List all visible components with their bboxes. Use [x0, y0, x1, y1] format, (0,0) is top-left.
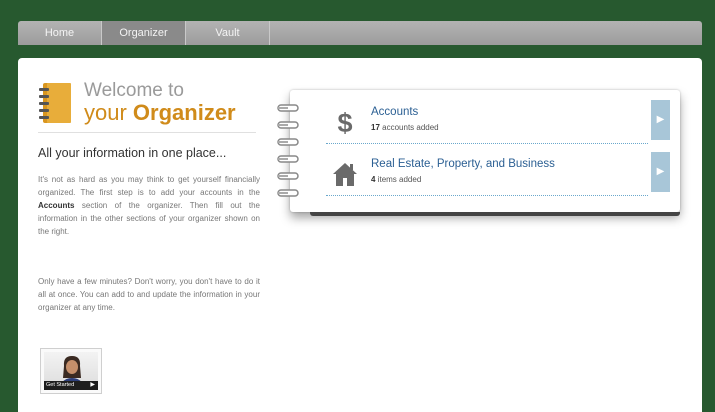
spiral-ring-icon	[277, 155, 299, 163]
spiral-ring-icon	[277, 121, 299, 129]
welcome-header: Welcome to your Organizer	[38, 80, 278, 128]
intro-paragraph-2: Only have a few minutes? Don't worry, yo…	[38, 277, 260, 312]
svg-text:$: $	[337, 108, 352, 136]
video-caption: Get Started	[46, 382, 75, 388]
spiral-ring-icon	[277, 189, 299, 197]
spiral-ring-icon	[277, 172, 299, 180]
notebook-icon	[39, 83, 71, 123]
divider	[38, 132, 256, 133]
section-count: 4 items added	[371, 175, 422, 184]
get-started-video[interactable]: Get Started ▶	[40, 348, 102, 394]
section-row-accounts[interactable]: $ Accounts 17 accounts added ▶	[326, 100, 670, 144]
notebook-edge	[310, 212, 680, 216]
section-title[interactable]: Accounts	[371, 106, 418, 118]
video-control-bar: Get Started ▶	[44, 381, 98, 390]
play-icon[interactable]: ▶	[90, 382, 95, 389]
row-divider	[326, 143, 648, 144]
spiral-ring-icon	[277, 104, 299, 112]
section-row-real-estate[interactable]: Real Estate, Property, and Business 4 it…	[326, 152, 670, 196]
house-icon	[333, 163, 357, 186]
section-title[interactable]: Real Estate, Property, and Business	[371, 158, 555, 170]
chevron-right-icon[interactable]: ▶	[651, 152, 670, 192]
top-navigation: Home Organizer Vault	[18, 21, 702, 45]
welcome-line-1: Welcome to	[84, 80, 184, 101]
organizer-notebook: $ Accounts 17 accounts added ▶ Real Esta…	[277, 90, 680, 212]
organizer-panel: Welcome to your Organizer All your infor…	[18, 58, 702, 412]
chevron-right-icon[interactable]: ▶	[651, 100, 670, 140]
tab-home[interactable]: Home	[18, 21, 102, 45]
dollar-icon: $	[337, 108, 352, 136]
intro-paragraph-1: It's not as hard as you may think to get…	[38, 175, 260, 236]
welcome-line-2: your Organizer	[84, 100, 236, 125]
spiral-ring-icon	[277, 138, 299, 146]
row-divider	[326, 195, 648, 196]
tab-vault[interactable]: Vault	[186, 21, 270, 45]
video-frame: Get Started ▶	[44, 352, 98, 390]
section-count: 17 accounts added	[371, 123, 439, 132]
intro-headline: All your information in one place...	[38, 146, 227, 160]
tab-organizer[interactable]: Organizer	[102, 21, 186, 45]
